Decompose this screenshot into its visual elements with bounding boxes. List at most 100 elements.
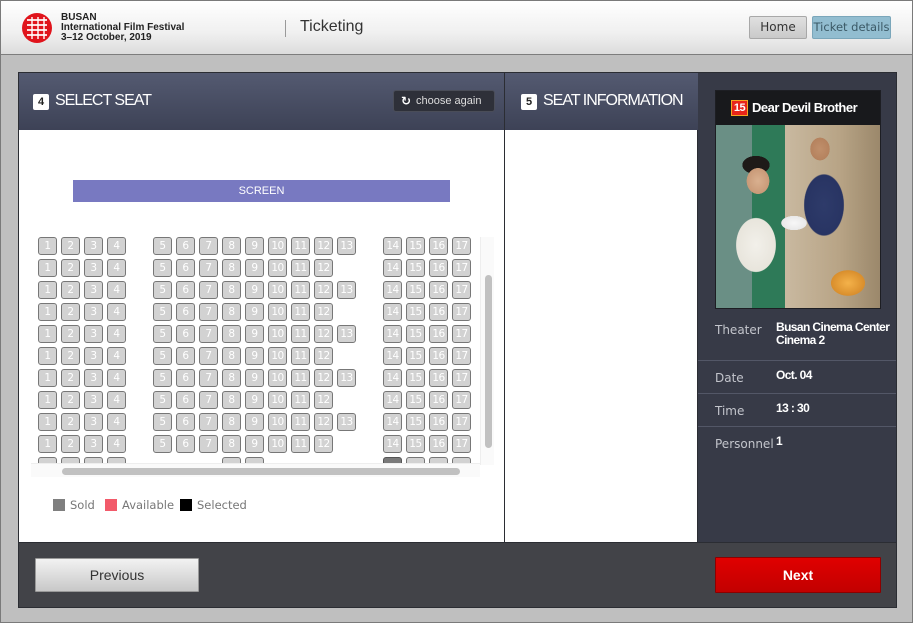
seat[interactable]: 3 [84, 435, 103, 453]
seat[interactable]: 6 [176, 413, 195, 431]
seat[interactable]: 9 [245, 303, 264, 321]
seat[interactable]: 17 [452, 391, 471, 409]
seat[interactable]: 16 [429, 347, 448, 365]
seat[interactable]: 11 [291, 259, 310, 277]
seat[interactable]: 15 [406, 237, 425, 255]
seat[interactable]: 4 [107, 369, 126, 387]
seat[interactable]: 10 [268, 259, 287, 277]
seat[interactable]: 2 [61, 259, 80, 277]
seat[interactable]: 17 [452, 413, 471, 431]
seat[interactable]: 16 [429, 303, 448, 321]
seat[interactable]: 12 [314, 347, 333, 365]
seat[interactable]: 14 [383, 369, 402, 387]
home-button[interactable]: Home [749, 16, 807, 39]
seat[interactable]: 17 [452, 325, 471, 343]
seat[interactable]: 15 [406, 259, 425, 277]
seat[interactable]: 1 [38, 391, 57, 409]
seat[interactable]: 1 [38, 303, 57, 321]
seat[interactable]: 1 [38, 325, 57, 343]
seat[interactable]: 2 [61, 435, 80, 453]
seat[interactable]: 11 [291, 435, 310, 453]
choose-again-button[interactable]: ↻ choose again [393, 90, 495, 112]
seat[interactable]: 2 [61, 369, 80, 387]
scroll-thumb[interactable] [485, 275, 492, 448]
seat[interactable]: 17 [452, 237, 471, 255]
seat[interactable]: 12 [314, 369, 333, 387]
next-button[interactable]: Next [715, 557, 881, 593]
seat[interactable]: 10 [268, 303, 287, 321]
seat[interactable]: 2 [61, 303, 80, 321]
seat[interactable]: 5 [153, 413, 172, 431]
seat[interactable]: 9 [245, 259, 264, 277]
seat[interactable]: 16 [429, 369, 448, 387]
seat[interactable]: 4 [107, 259, 126, 277]
seat[interactable]: 5 [153, 259, 172, 277]
seat[interactable]: 4 [107, 347, 126, 365]
seat[interactable]: 14 [383, 413, 402, 431]
seat[interactable]: 2 [61, 281, 80, 299]
seat[interactable]: 12 [314, 325, 333, 343]
seat[interactable]: 3 [84, 391, 103, 409]
seat[interactable]: 5 [153, 435, 172, 453]
seat[interactable]: 13 [337, 281, 356, 299]
seat[interactable]: 15 [406, 435, 425, 453]
seat[interactable]: 3 [84, 369, 103, 387]
seat[interactable]: 17 [452, 435, 471, 453]
seat[interactable]: 8 [222, 303, 241, 321]
seat[interactable]: 5 [153, 325, 172, 343]
seat[interactable]: 4 [107, 281, 126, 299]
seat[interactable]: 6 [176, 369, 195, 387]
seat[interactable]: 17 [452, 347, 471, 365]
seat[interactable]: 7 [199, 347, 218, 365]
seat[interactable]: 12 [314, 281, 333, 299]
seat[interactable]: 16 [429, 259, 448, 277]
seat[interactable]: 16 [429, 435, 448, 453]
seat[interactable]: 1 [38, 237, 57, 255]
seat[interactable]: 8 [222, 325, 241, 343]
seat[interactable]: 7 [199, 435, 218, 453]
seat[interactable]: 9 [245, 413, 264, 431]
seat[interactable]: 7 [199, 391, 218, 409]
seat[interactable]: 5 [153, 369, 172, 387]
seat[interactable]: 7 [199, 369, 218, 387]
seat[interactable]: 8 [222, 281, 241, 299]
seat[interactable]: 14 [383, 391, 402, 409]
seat[interactable]: 13 [337, 237, 356, 255]
seat[interactable]: 7 [199, 413, 218, 431]
seat[interactable]: 15 [406, 369, 425, 387]
seat[interactable]: 11 [291, 391, 310, 409]
seat[interactable]: 3 [84, 281, 103, 299]
seat[interactable]: 6 [176, 435, 195, 453]
seat[interactable]: 17 [452, 259, 471, 277]
seat[interactable]: 11 [291, 281, 310, 299]
seat[interactable]: 13 [337, 325, 356, 343]
seat[interactable]: 3 [84, 347, 103, 365]
seat[interactable]: 1 [38, 347, 57, 365]
seat[interactable]: 17 [452, 369, 471, 387]
seat[interactable]: 12 [314, 391, 333, 409]
seat[interactable]: 3 [84, 413, 103, 431]
seat[interactable]: 10 [268, 281, 287, 299]
seat[interactable]: 7 [199, 303, 218, 321]
seat[interactable]: 4 [107, 237, 126, 255]
seat[interactable]: 2 [61, 391, 80, 409]
seat[interactable]: 16 [429, 281, 448, 299]
seat[interactable]: 8 [222, 413, 241, 431]
seat[interactable]: 10 [268, 391, 287, 409]
seat[interactable]: 14 [383, 303, 402, 321]
seat[interactable]: 8 [222, 347, 241, 365]
horizontal-scrollbar[interactable] [31, 463, 480, 477]
seat[interactable]: 3 [84, 237, 103, 255]
ticket-details-button[interactable]: Ticket details [812, 16, 891, 39]
seat[interactable]: 1 [38, 369, 57, 387]
seat[interactable]: 13 [337, 369, 356, 387]
seat[interactable]: 3 [84, 303, 103, 321]
seat[interactable]: 9 [245, 347, 264, 365]
seat[interactable]: 3 [84, 259, 103, 277]
seat[interactable]: 14 [383, 281, 402, 299]
seat[interactable]: 7 [199, 259, 218, 277]
seat[interactable]: 10 [268, 369, 287, 387]
seat[interactable]: 1 [38, 281, 57, 299]
seat[interactable]: 8 [222, 435, 241, 453]
seat[interactable]: 15 [406, 347, 425, 365]
